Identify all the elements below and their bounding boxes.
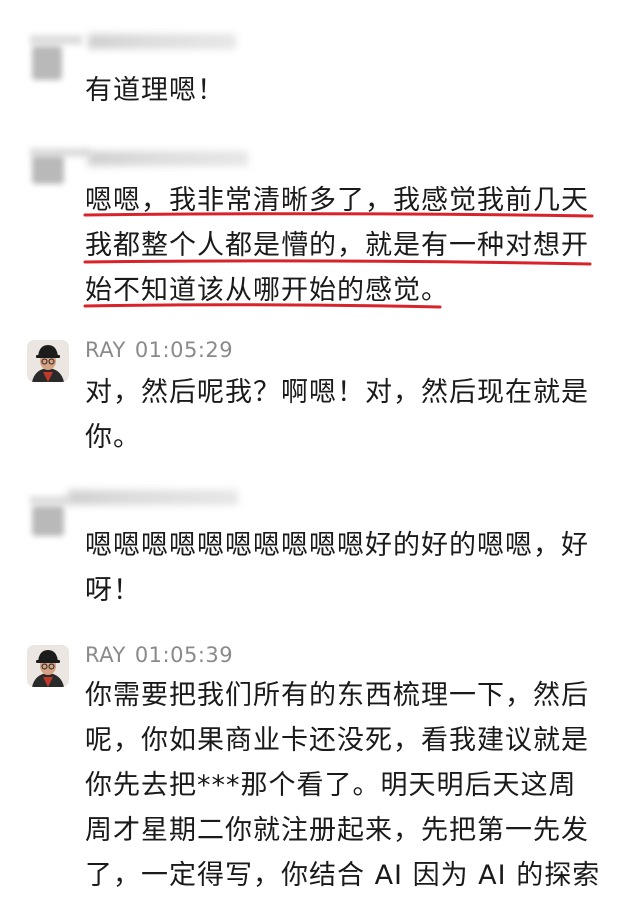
message-text: 嗯嗯嗯嗯嗯嗯嗯嗯嗯嗯好的好的嗯嗯，好 呀！ (85, 523, 615, 613)
chat-transcript: 有道理嗯！ 嗯嗯，我非常清晰多了，我感觉我前几天 我都整个人都是懵的，就是有一种… (0, 0, 624, 898)
avatar[interactable] (27, 340, 69, 382)
blurred-avatar (30, 35, 82, 45)
message-line: 有道理嗯！ (85, 75, 225, 106)
message-time: 01:05:39 (134, 643, 234, 667)
blurred-sender-name (68, 490, 238, 505)
highlight-underlines (83, 212, 594, 309)
sender-name: RAY (85, 338, 126, 362)
message-meta: RAY 01:05:29 (85, 338, 233, 362)
user-photo-avatar-icon (27, 645, 69, 687)
highlight-underline (83, 212, 594, 218)
blurred-avatar (30, 496, 70, 505)
message-line: 呀！ (85, 575, 141, 606)
message-meta: RAY 01:05:39 (85, 643, 233, 667)
message-line: 你需要把我们所有的东西梳理一下，然后 (85, 680, 589, 711)
highlight-underline (83, 259, 592, 266)
message-text: 有道理嗯！ (85, 68, 615, 113)
message-line: 呢，你如果商业卡还没死，看我建议就是 (85, 725, 589, 756)
blurred-sender-name (88, 34, 236, 49)
message-time: 01:05:29 (134, 338, 234, 362)
message-line: 你。 (85, 422, 141, 453)
message-line: 了，一定得写，你结合 AI 因为 AI 的探索 (85, 860, 601, 891)
blurred-avatar[interactable] (32, 46, 62, 80)
highlight-underline (83, 303, 442, 309)
avatar[interactable] (27, 645, 69, 687)
message-line: 嗯嗯嗯嗯嗯嗯嗯嗯嗯嗯好的好的嗯嗯，好 (85, 530, 589, 561)
user-photo-avatar-icon (27, 340, 69, 382)
message-line: 周才星期二你就注册起来，先把第一先发 (85, 815, 589, 846)
message-line: 你先去把***那个看了。明天明后天这周 (85, 770, 577, 801)
blurred-avatar[interactable] (32, 156, 64, 184)
message-text: 你需要把我们所有的东西梳理一下，然后 呢，你如果商业卡还没死，看我建议就是 你先… (85, 673, 615, 898)
blurred-avatar[interactable] (32, 506, 64, 536)
message-line: 对，然后呢我？啊嗯！对，然后现在就是 (85, 377, 589, 408)
blurred-sender-name (88, 151, 248, 166)
sender-name: RAY (85, 643, 126, 667)
message-text: 对，然后呢我？啊嗯！对，然后现在就是 你。 (85, 370, 615, 460)
